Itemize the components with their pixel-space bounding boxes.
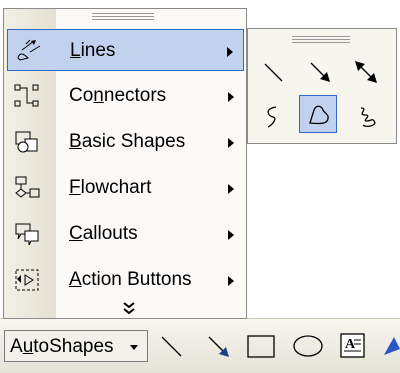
- autoshapes-menu: Lines Connectors Basic Shapes Flowchart …: [3, 8, 247, 319]
- autoshapes-menu-button[interactable]: AutoShapes: [4, 330, 148, 362]
- callouts-icon: [13, 221, 41, 247]
- lines-icon: [14, 38, 42, 64]
- submenu-arrow-icon: [228, 276, 234, 286]
- line-tool-icon[interactable]: [157, 331, 187, 361]
- menu-item-label: Lines: [70, 40, 116, 61]
- text-box-tool-icon[interactable]: A: [338, 331, 368, 361]
- arrow-tool-icon[interactable]: [204, 331, 234, 361]
- autoshapes-label: AutoShapes: [10, 336, 114, 357]
- curve-icon[interactable]: [254, 97, 292, 135]
- arrow-icon[interactable]: [301, 53, 339, 91]
- submenu-arrow-icon: [228, 184, 234, 194]
- menu-item-action-buttons[interactable]: Action Buttons: [7, 259, 244, 301]
- submenu-arrow-icon: [228, 92, 234, 102]
- menu-item-connectors[interactable]: Connectors: [7, 75, 244, 117]
- menu-grip-handle[interactable]: [92, 13, 154, 20]
- dropdown-arrow-icon: [130, 345, 138, 350]
- submenu-arrow-icon: [228, 138, 234, 148]
- submenu-arrow-icon: [228, 230, 234, 240]
- drawing-toolbar: AutoShapes A: [0, 318, 400, 373]
- line-icon[interactable]: [254, 53, 292, 91]
- double-arrow-icon[interactable]: [347, 53, 385, 91]
- rectangle-tool-icon[interactable]: [245, 331, 275, 361]
- scribble-icon[interactable]: [347, 97, 385, 135]
- menu-item-flowchart[interactable]: Flowchart: [7, 167, 244, 209]
- lines-submenu: [247, 28, 397, 144]
- freeform-icon[interactable]: [299, 95, 337, 133]
- menu-item-lines[interactable]: Lines: [7, 29, 244, 71]
- menu-item-callouts[interactable]: Callouts: [7, 213, 244, 255]
- wordart-tool-icon[interactable]: [380, 331, 400, 361]
- flowchart-icon: [13, 175, 41, 201]
- menu-item-label: Flowchart: [69, 177, 152, 198]
- menu-item-label: Action Buttons: [69, 269, 192, 290]
- menu-item-label: Callouts: [69, 223, 138, 244]
- basic-shapes-icon: [13, 129, 41, 155]
- submenu-grip-handle[interactable]: [292, 36, 350, 43]
- action-buttons-icon: [13, 267, 41, 293]
- submenu-arrow-icon: [227, 47, 233, 57]
- expand-chevron-icon[interactable]: [120, 301, 138, 317]
- connectors-icon: [13, 83, 41, 109]
- menu-item-label: Connectors: [69, 85, 167, 106]
- menu-item-basic-shapes[interactable]: Basic Shapes: [7, 121, 244, 163]
- oval-tool-icon[interactable]: [292, 331, 323, 361]
- menu-item-label: Basic Shapes: [69, 131, 186, 152]
